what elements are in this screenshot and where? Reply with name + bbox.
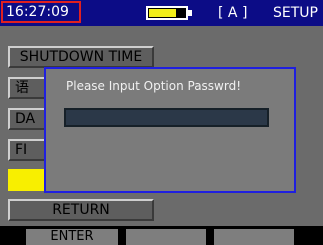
softkey-bar: ENTER (0, 226, 323, 245)
softkey-3[interactable] (214, 229, 294, 245)
channel-indicator: [ A ] (218, 5, 248, 21)
menu-item-shutdown-time[interactable]: SHUTDOWN TIME (8, 46, 154, 68)
menu-item-label: SHUTDOWN TIME (19, 49, 143, 65)
menu-item-label: DA (15, 111, 36, 127)
battery-level-fill (149, 9, 176, 17)
battery-tip (188, 10, 192, 16)
setup-screen: 16:27:09 [ A ] SETUP SHUTDOWN TIME 语 DA … (0, 0, 323, 245)
mode-label: SETUP (273, 5, 318, 21)
menu-item-return[interactable]: RETURN (8, 199, 154, 221)
dialog-message: Please Input Option Passwrd! (66, 79, 242, 93)
battery-icon (146, 6, 188, 20)
menu-item-label: 语 (15, 80, 29, 96)
menu-item-label: FI (15, 142, 28, 158)
status-bar: 16:27:09 [ A ] SETUP (0, 0, 323, 26)
password-input[interactable] (64, 108, 269, 127)
password-dialog: Please Input Option Passwrd! (44, 67, 296, 193)
menu-item-label: RETURN (52, 202, 110, 218)
clock-display: 16:27:09 (1, 1, 81, 23)
softkey-2[interactable] (126, 229, 206, 245)
enter-softkey[interactable]: ENTER (26, 229, 118, 245)
